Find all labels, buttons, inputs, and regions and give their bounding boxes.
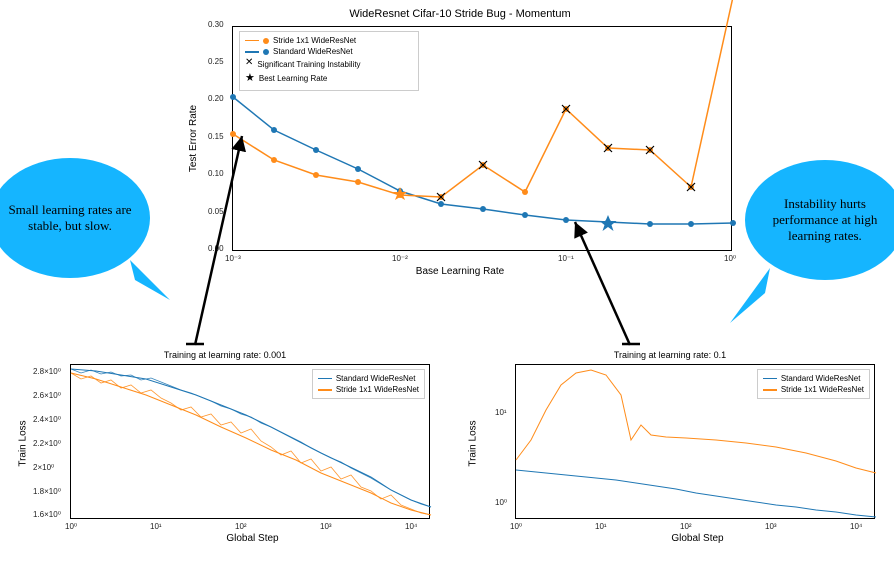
legend-best: Best Learning Rate xyxy=(259,73,328,84)
ytick: 10⁰ xyxy=(495,498,507,507)
bubble-right: Instability hurts performance at high le… xyxy=(745,160,894,280)
xtick: 10² xyxy=(680,522,692,531)
ytick: 2.6×10⁰ xyxy=(33,391,61,400)
ytick: 0.00 xyxy=(208,244,224,253)
ytick: 1.8×10⁰ xyxy=(33,487,61,496)
bubble-right-tail xyxy=(720,268,780,338)
leg-standard: Standard WideResNet xyxy=(336,373,416,384)
ytick: 0.05 xyxy=(208,207,224,216)
xtick: 10⁻³ xyxy=(225,254,241,263)
bubble-left-text: Small learning rates are stable, but slo… xyxy=(4,202,136,234)
top-plot-area: Stride 1x1 WideResNet Standard WideResNe… xyxy=(232,26,732,251)
ytick: 0.15 xyxy=(208,132,224,141)
ytick: 0.30 xyxy=(208,20,224,29)
small-right-xlabel: Global Step xyxy=(515,533,880,544)
small-right-title: Training at learning rate: 0.1 xyxy=(460,350,880,360)
small-right-plot: Standard WideResNet Stride 1x1 WideResNe… xyxy=(515,364,875,519)
top-ylabel: Test Error Rate xyxy=(188,105,199,172)
top-chart-title: WideResnet Cifar-10 Stride Bug - Momentu… xyxy=(180,8,740,20)
ytick: 1.6×10⁰ xyxy=(33,510,61,519)
xtick: 10⁻¹ xyxy=(558,254,574,263)
xtick: 10⁰ xyxy=(510,522,522,531)
ytick: 2.2×10⁰ xyxy=(33,439,61,448)
small-left-title: Training at learning rate: 0.001 xyxy=(15,350,435,360)
small-left-ylabel: Train Loss xyxy=(18,420,29,466)
top-legend: Stride 1x1 WideResNet Standard WideResNe… xyxy=(239,31,419,91)
top-chart: WideResnet Cifar-10 Stride Bug - Momentu… xyxy=(180,8,740,278)
xtick: 10³ xyxy=(765,522,777,531)
ytick: 10¹ xyxy=(495,408,507,417)
legend-instability: Significant Training Instability xyxy=(257,59,360,70)
small-left-xlabel: Global Step xyxy=(70,533,435,544)
legend-standard: Standard WideResNet xyxy=(273,46,353,57)
xtick: 10⁴ xyxy=(405,522,417,531)
xtick: 10² xyxy=(235,522,247,531)
leg-stride: Stride 1x1 WideResNet xyxy=(336,384,419,395)
leg-stride-r: Stride 1x1 WideResNet xyxy=(781,384,864,395)
ytick: 0.25 xyxy=(208,57,224,66)
xtick: 10⁰ xyxy=(724,254,736,263)
small-right-ylabel: Train Loss xyxy=(468,420,479,466)
bubble-right-text: Instability hurts performance at high le… xyxy=(759,196,891,244)
ytick: 2.8×10⁰ xyxy=(33,367,61,376)
legend-stride: Stride 1x1 WideResNet xyxy=(273,35,356,46)
xtick: 10¹ xyxy=(595,522,607,531)
xtick: 10⁴ xyxy=(850,522,862,531)
small-left-plot: Standard WideResNet Stride 1x1 WideResNe… xyxy=(70,364,430,519)
ytick: 2×10⁰ xyxy=(33,463,54,472)
leg-standard-r: Standard WideResNet xyxy=(781,373,861,384)
ytick: 0.10 xyxy=(208,169,224,178)
small-left-legend: Standard WideResNet Stride 1x1 WideResNe… xyxy=(312,369,425,399)
ytick: 2.4×10⁰ xyxy=(33,415,61,424)
small-right-legend: Standard WideResNet Stride 1x1 WideResNe… xyxy=(757,369,870,399)
bubble-left-tail xyxy=(130,260,190,320)
ytick: 0.20 xyxy=(208,94,224,103)
small-chart-left: Training at learning rate: 0.001 Standar… xyxy=(15,350,435,545)
small-chart-right: Training at learning rate: 0.1 Standard … xyxy=(460,350,880,545)
xtick: 10³ xyxy=(320,522,332,531)
xtick: 10⁻² xyxy=(392,254,408,263)
top-xlabel: Base Learning Rate xyxy=(180,266,740,277)
xtick: 10⁰ xyxy=(65,522,77,531)
xtick: 10¹ xyxy=(150,522,162,531)
bubble-left: Small learning rates are stable, but slo… xyxy=(0,158,150,278)
